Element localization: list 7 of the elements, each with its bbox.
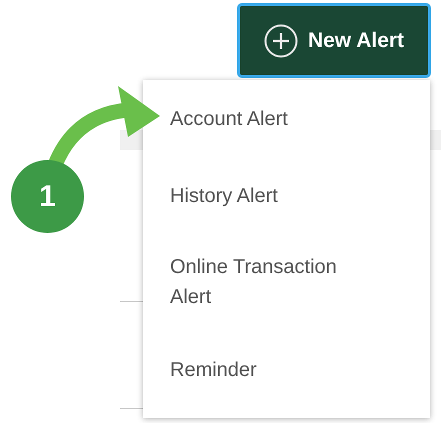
- menu-item[interactable]: History Alert: [170, 177, 278, 214]
- menu-item[interactable]: Online Transaction Alert: [170, 247, 370, 317]
- new-alert-button[interactable]: New Alert: [237, 3, 431, 78]
- menu-item[interactable]: Account Alert: [170, 100, 288, 137]
- plus-circle-icon: [264, 24, 298, 58]
- menu-item[interactable]: Reminder: [170, 351, 257, 388]
- step-number-badge: 1: [11, 160, 84, 233]
